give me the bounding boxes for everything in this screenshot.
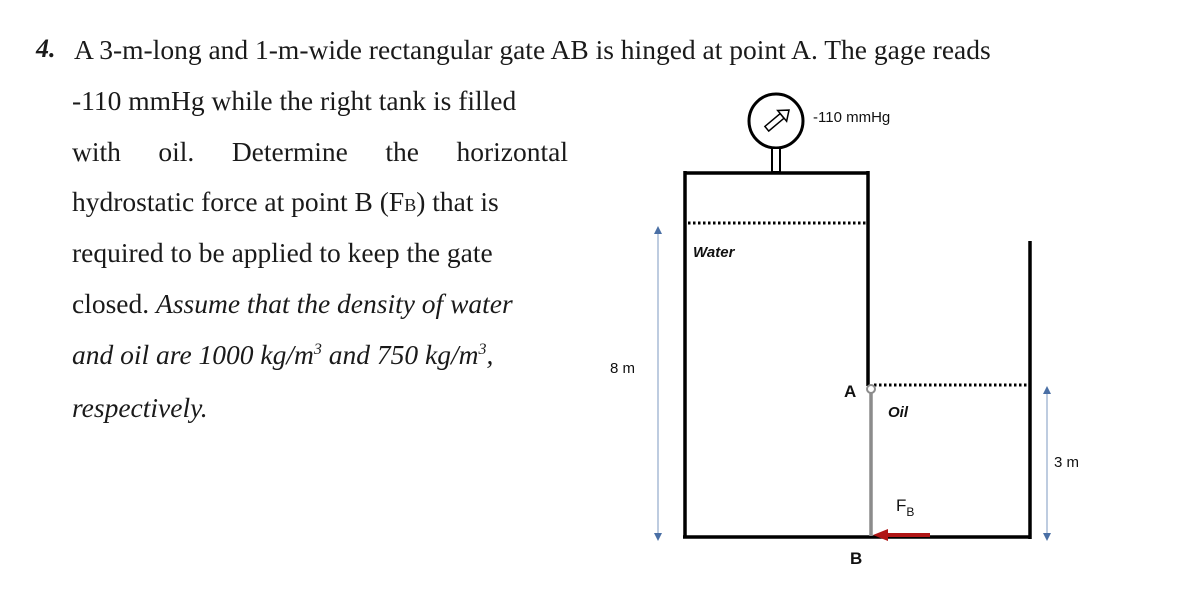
- point-b-label: B: [850, 549, 862, 568]
- pressure-gage-icon: [747, 92, 805, 173]
- force-arrow-icon: [873, 529, 930, 541]
- water-depth-label: 8 m: [610, 360, 635, 377]
- gage-reading-label: -110 mmHg: [813, 109, 890, 126]
- oil-depth-label: 3 m: [1054, 454, 1079, 471]
- oil-label: Oil: [888, 404, 909, 421]
- hinge-a-icon: [866, 384, 876, 394]
- force-label-main: F: [896, 496, 906, 515]
- water-depth-dimension: [654, 226, 662, 541]
- force-label-sub: B: [906, 505, 914, 519]
- water-tank: [683, 171, 870, 538]
- tank-diagram: -110 mmHg Water Oil A B FB 8 m 3 m: [610, 92, 1079, 568]
- oil-depth-dimension: [1043, 386, 1051, 541]
- force-label: FB: [896, 496, 914, 519]
- water-label: Water: [693, 244, 736, 261]
- point-a-label: A: [844, 382, 856, 401]
